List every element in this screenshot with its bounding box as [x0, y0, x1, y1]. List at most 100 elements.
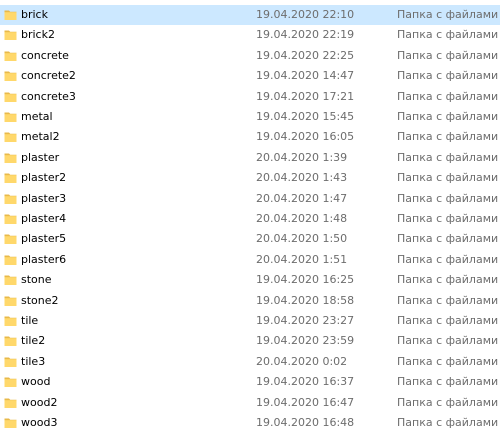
item-type: Папка с файлами	[397, 416, 499, 429]
folder-name: plaster2	[21, 171, 67, 185]
folder-row[interactable]: wood2 19.04.2020 16:47 Папка с файлами	[0, 393, 500, 413]
item-type: Папка с файлами	[397, 191, 499, 205]
modified-date: 19.04.2020 15:45	[256, 110, 355, 123]
folder-row[interactable]: tile 19.04.2020 23:27 Папка с файлами	[0, 311, 500, 331]
folder-icon	[4, 416, 17, 429]
modified-date: 19.04.2020 14:47	[256, 69, 355, 83]
item-type: Папка с файлами	[397, 314, 499, 327]
folder-icon	[4, 294, 17, 307]
modified-date: 19.04.2020 16:05	[256, 130, 355, 144]
folder-name: tile	[21, 314, 39, 327]
folder-icon	[4, 232, 17, 245]
modified-date: 20.04.2020 1:47	[256, 191, 348, 205]
folder-name: plaster6	[21, 252, 67, 266]
folder-name: wood2	[21, 395, 58, 409]
folder-row[interactable]: plaster6 20.04.2020 1:51 Папка с файлами	[0, 250, 500, 270]
item-type: Папка с файлами	[397, 232, 499, 246]
item-type: Папка с файлами	[397, 28, 499, 42]
folder-icon	[4, 69, 17, 82]
folder-name: concrete3	[21, 89, 76, 103]
folder-name: plaster4	[21, 212, 67, 225]
folder-name: tile3	[21, 354, 46, 368]
item-type: Папка с файлами	[397, 8, 499, 21]
folder-row[interactable]: brick 19.04.2020 22:10 Папка с файлами	[0, 5, 500, 26]
item-type: Папка с файлами	[397, 395, 499, 409]
folder-icon	[4, 334, 17, 347]
folder-row[interactable]: stone2 19.04.2020 18:58 Папка с файлами	[0, 291, 500, 311]
modified-date: 19.04.2020 16:48	[256, 416, 355, 429]
folder-row[interactable]: metal 19.04.2020 15:45 Папка с файлами	[0, 107, 500, 127]
folder-icon	[4, 396, 17, 409]
folder-row[interactable]: plaster4 20.04.2020 1:48 Папка с файлами	[0, 209, 500, 229]
folder-name: brick2	[21, 28, 55, 42]
item-type: Папка с файлами	[397, 273, 499, 287]
modified-date: 19.04.2020 23:59	[256, 334, 355, 348]
item-type: Папка с файлами	[397, 89, 499, 103]
file-list: brick 19.04.2020 22:10 Папка с файлами bric…	[0, 0, 500, 439]
modified-date: 19.04.2020 22:10	[256, 8, 355, 21]
folder-icon	[4, 130, 17, 143]
folder-icon	[4, 90, 17, 103]
folder-name: stone	[21, 273, 52, 287]
folder-row[interactable]: metal2 19.04.2020 16:05 Папка с файлами	[0, 127, 500, 147]
item-type: Папка с файлами	[397, 130, 499, 144]
folder-name: concrete2	[21, 69, 76, 83]
folder-row[interactable]: brick2 19.04.2020 22:19 Папка с файлами	[0, 25, 500, 45]
folder-name: metal	[21, 110, 53, 123]
modified-date: 19.04.2020 16:47	[256, 395, 355, 409]
folder-icon	[4, 314, 17, 327]
folder-icon	[4, 171, 17, 184]
modified-date: 19.04.2020 16:37	[256, 375, 355, 389]
item-type: Папка с файлами	[397, 354, 499, 368]
folder-icon	[4, 355, 17, 368]
folder-row[interactable]: tile2 19.04.2020 23:59 Папка с файлами	[0, 331, 500, 351]
folder-row[interactable]: plaster 20.04.2020 1:39 Папка с файлами	[0, 148, 500, 168]
folder-name: plaster5	[21, 232, 67, 246]
folder-name: wood	[21, 375, 51, 389]
folder-icon	[4, 273, 17, 286]
item-type: Папка с файлами	[397, 212, 499, 225]
modified-date: 20.04.2020 1:50	[256, 232, 348, 246]
item-type: Папка с файлами	[397, 252, 499, 266]
folder-name: plaster	[21, 150, 60, 164]
item-type: Папка с файлами	[397, 334, 499, 348]
item-type: Папка с файлами	[397, 150, 499, 164]
modified-date: 19.04.2020 17:21	[256, 89, 355, 103]
folder-row[interactable]: stone 19.04.2020 16:25 Папка с файлами	[0, 270, 500, 290]
folder-name: metal2	[21, 130, 60, 144]
folder-name: brick	[21, 8, 48, 21]
folder-row[interactable]: concrete2 19.04.2020 14:47 Папка с файлами	[0, 66, 500, 86]
folder-row[interactable]: concrete 19.04.2020 22:25 Папка с файлами	[0, 46, 500, 66]
folder-name: stone2	[21, 293, 59, 307]
modified-date: 20.04.2020 0:02	[256, 354, 348, 368]
folder-name: tile2	[21, 334, 46, 348]
folder-icon	[4, 110, 17, 123]
folder-icon	[4, 28, 17, 41]
folder-row[interactable]: wood3 19.04.2020 16:48 Папка с файлами	[0, 413, 500, 433]
folder-icon	[4, 253, 17, 266]
folder-icon	[4, 212, 17, 225]
folder-icon	[4, 8, 17, 21]
folder-name: wood3	[21, 416, 58, 429]
modified-date: 19.04.2020 18:58	[256, 293, 355, 307]
modified-date: 20.04.2020 1:48	[256, 212, 348, 225]
item-type: Папка с файлами	[397, 69, 499, 83]
item-type: Папка с файлами	[397, 375, 499, 389]
item-type: Папка с файлами	[397, 48, 499, 62]
folder-row[interactable]: wood 19.04.2020 16:37 Папка с файлами	[0, 372, 500, 392]
modified-date: 20.04.2020 1:43	[256, 171, 348, 185]
folder-row[interactable]: plaster3 20.04.2020 1:47 Папка с файлами	[0, 189, 500, 209]
modified-date: 19.04.2020 22:19	[256, 28, 355, 42]
folder-row[interactable]: tile3 20.04.2020 0:02 Папка с файлами	[0, 352, 500, 372]
folder-row[interactable]: concrete3 19.04.2020 17:21 Папка с файлами	[0, 87, 500, 107]
folder-row[interactable]: plaster5 20.04.2020 1:50 Папка с файлами	[0, 229, 500, 249]
folder-name: plaster3	[21, 191, 67, 205]
folder-name: concrete	[21, 48, 69, 62]
folder-icon	[4, 49, 17, 62]
item-type: Папка с файлами	[397, 293, 499, 307]
folder-icon	[4, 151, 17, 164]
folder-icon	[4, 192, 17, 205]
modified-date: 19.04.2020 23:27	[256, 314, 355, 327]
folder-row[interactable]: plaster2 20.04.2020 1:43 Папка с файлами	[0, 168, 500, 188]
folder-icon	[4, 375, 17, 388]
